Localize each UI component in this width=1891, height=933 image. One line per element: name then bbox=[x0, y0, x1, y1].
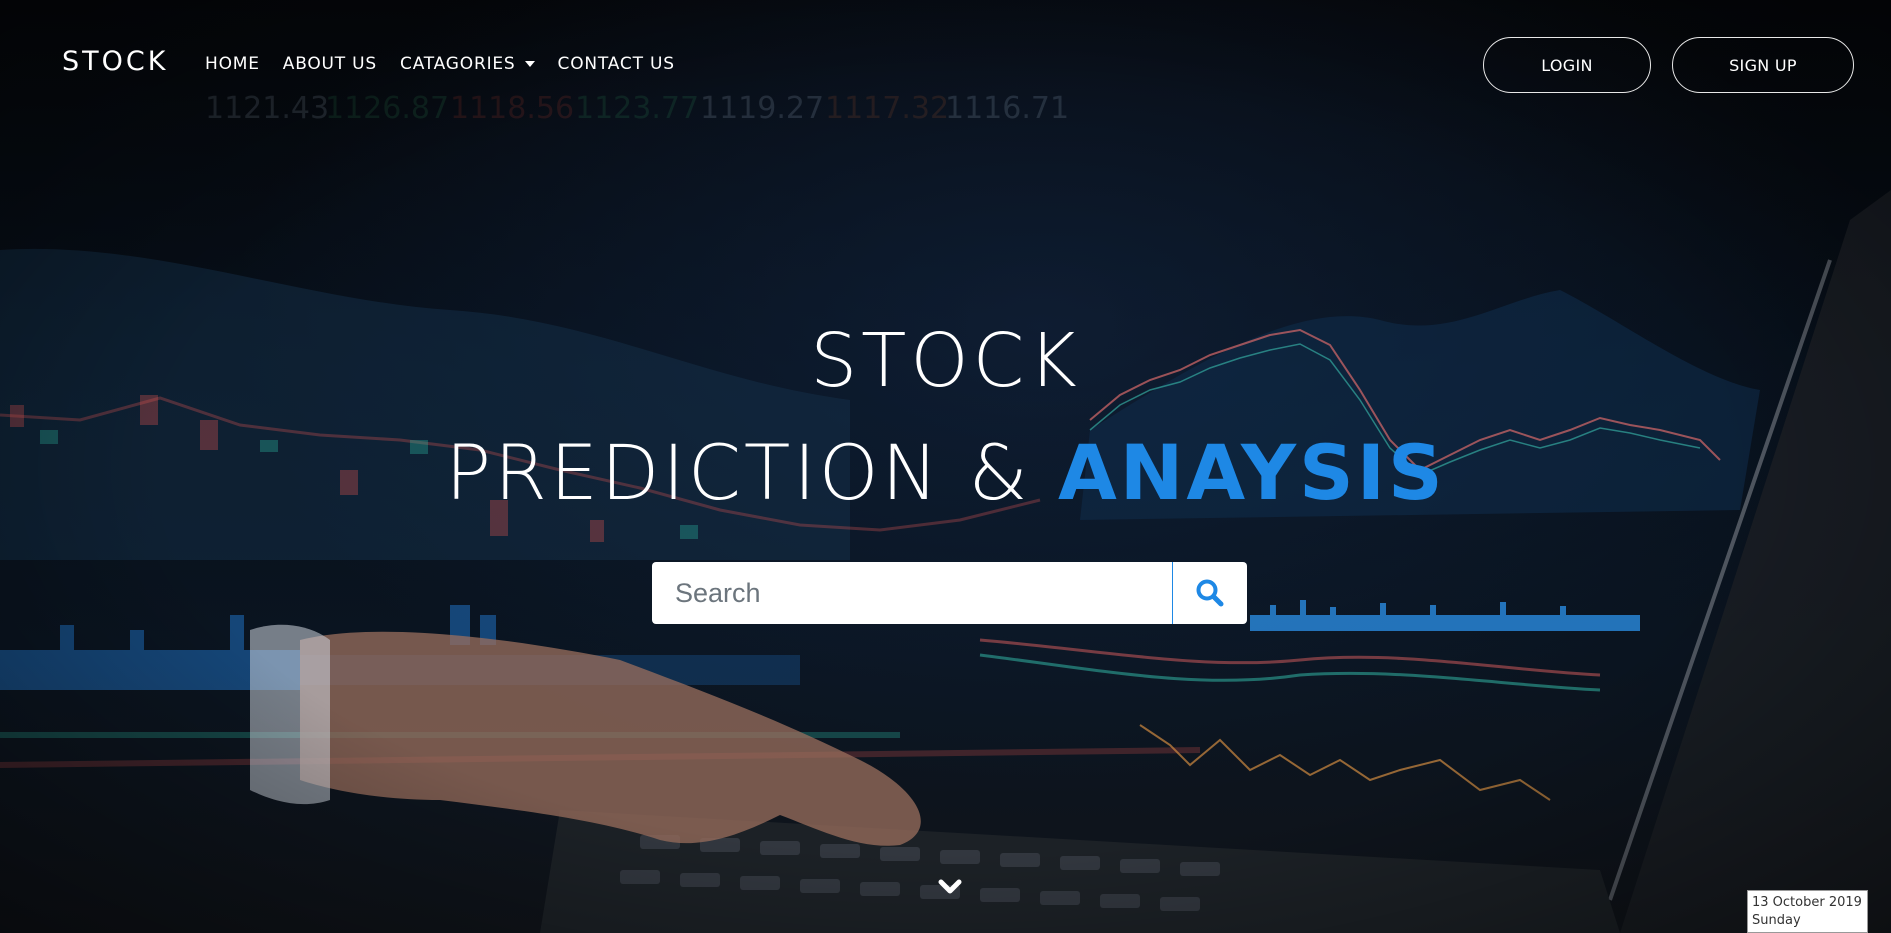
hero-title-line2-plain: PREDICTION & bbox=[445, 428, 1058, 517]
scroll-down-button[interactable] bbox=[936, 876, 964, 898]
day-text: Sunday bbox=[1752, 913, 1801, 928]
brand-logo[interactable]: STOCK bbox=[62, 46, 168, 77]
navbar: STOCK HOME ABOUT US CATAGORIES CONTACT U… bbox=[0, 0, 1891, 128]
date-widget: 13 October 2019 Sunday bbox=[1747, 890, 1868, 933]
chevron-down-icon bbox=[938, 879, 962, 894]
hero-title-line1: STOCK bbox=[810, 318, 1081, 404]
search-bar bbox=[652, 562, 1247, 624]
hero-title-accent: ANAYSIS bbox=[1057, 428, 1446, 517]
hero-title-line2: PREDICTION & ANAYSIS bbox=[0, 428, 1891, 517]
nav-menu: HOME ABOUT US CATAGORIES CONTACT US bbox=[205, 54, 698, 74]
search-button[interactable] bbox=[1172, 562, 1247, 624]
date-text: 13 October 2019 bbox=[1752, 895, 1862, 910]
signup-button[interactable]: SIGN UP bbox=[1672, 37, 1854, 93]
caret-down-icon bbox=[524, 61, 535, 67]
nav-item-categories-dropdown[interactable]: CATAGORIES bbox=[400, 54, 535, 74]
nav-item-about-us[interactable]: ABOUT US bbox=[283, 54, 377, 74]
nav-item-categories-label: CATAGORIES bbox=[400, 54, 516, 74]
login-button[interactable]: LOGIN bbox=[1483, 37, 1651, 93]
nav-item-contact-us[interactable]: CONTACT US bbox=[558, 54, 675, 74]
nav-item-home[interactable]: HOME bbox=[205, 54, 260, 74]
search-icon bbox=[1196, 579, 1224, 607]
search-input[interactable] bbox=[652, 562, 1172, 624]
